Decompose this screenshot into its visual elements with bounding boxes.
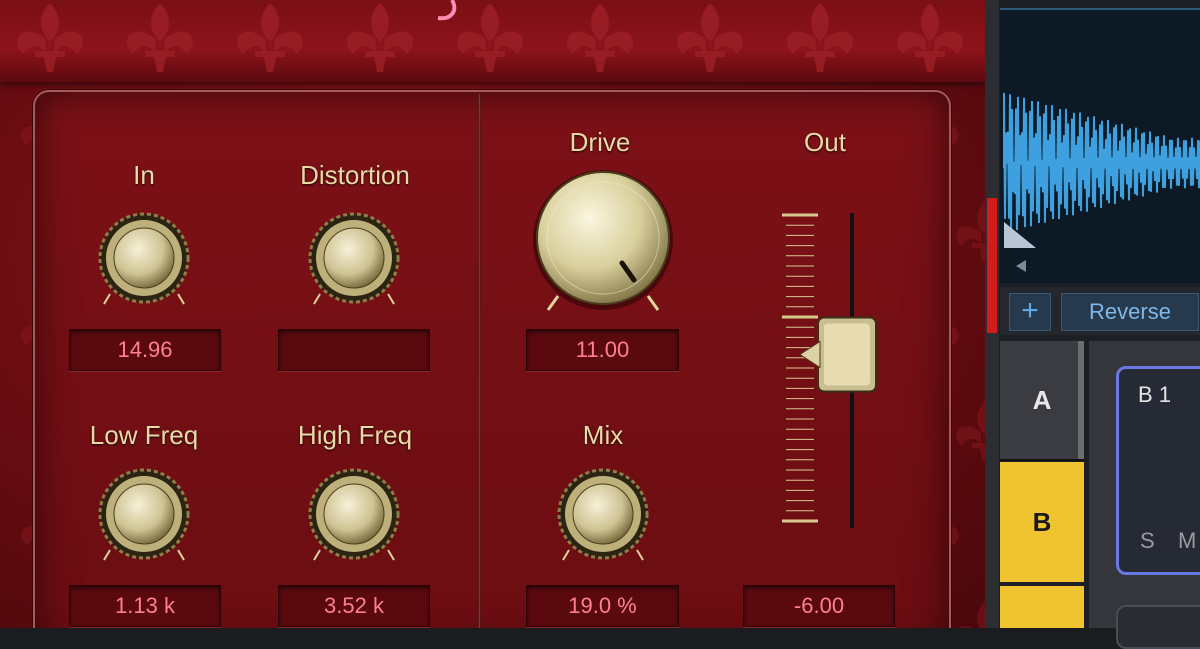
mix-label: Mix <box>582 420 624 450</box>
out-fader[interactable] <box>770 205 890 535</box>
in-label: In <box>133 160 155 190</box>
row-tab-c[interactable] <box>1000 586 1084 628</box>
low-freq-knob[interactable] <box>96 466 192 567</box>
row-tab-b[interactable]: B <box>1000 462 1084 582</box>
scroll-left-icon[interactable] <box>1016 260 1026 272</box>
high-freq-label: High Freq <box>297 420 413 450</box>
mute-button[interactable]: M <box>1178 528 1196 554</box>
out-value[interactable]: -6.00 <box>743 585 895 627</box>
in-value[interactable]: 14.96 <box>69 329 221 371</box>
solo-button[interactable]: S <box>1140 528 1155 554</box>
scrollbar[interactable] <box>1078 341 1084 459</box>
mix-knob[interactable] <box>555 466 651 567</box>
waveform-display[interactable] <box>1000 8 1200 283</box>
plugin-header <box>0 0 985 82</box>
in-knob[interactable] <box>96 210 192 311</box>
knob-dial-icon <box>308 468 400 562</box>
row-tab-a[interactable]: A <box>1000 341 1084 461</box>
drive-label: Drive <box>569 127 631 157</box>
low-freq-value[interactable]: 1.13 k <box>69 585 221 627</box>
knob-dial-icon <box>98 212 190 306</box>
knob-dial-icon <box>557 468 649 562</box>
distortion-label: Distortion <box>300 160 410 190</box>
host-separator <box>985 0 999 628</box>
fader-handle[interactable] <box>799 316 877 393</box>
pad-c1[interactable] <box>1116 605 1200 649</box>
large-knob-icon <box>533 170 673 311</box>
drive-knob[interactable] <box>528 168 678 323</box>
waveform-graph <box>1003 92 1200 272</box>
panel-divider <box>478 94 481 628</box>
high-freq-value[interactable]: 3.52 k <box>278 585 430 627</box>
fader-scale <box>782 213 818 523</box>
drive-value[interactable]: 11.00 <box>526 329 679 371</box>
waveform-top-border <box>1000 8 1200 10</box>
record-indicator <box>987 198 997 333</box>
reverse-button[interactable]: Reverse <box>1061 293 1199 331</box>
low-freq-label: Low Freq <box>89 420 199 450</box>
pad-label: B 1 <box>1138 382 1172 407</box>
distortion-plugin: In 14.96 Distortion Low Freq 1.13 k High… <box>0 0 985 628</box>
knob-dial-icon <box>308 212 400 306</box>
distortion-value[interactable] <box>278 329 430 371</box>
knob-dial-icon <box>98 468 190 562</box>
high-freq-knob[interactable] <box>306 466 402 567</box>
out-label: Out <box>804 127 846 157</box>
distortion-knob[interactable] <box>306 210 402 311</box>
mix-value[interactable]: 19.0 % <box>526 585 679 627</box>
add-button[interactable]: + <box>1009 293 1051 331</box>
header-ornament <box>16 0 964 72</box>
